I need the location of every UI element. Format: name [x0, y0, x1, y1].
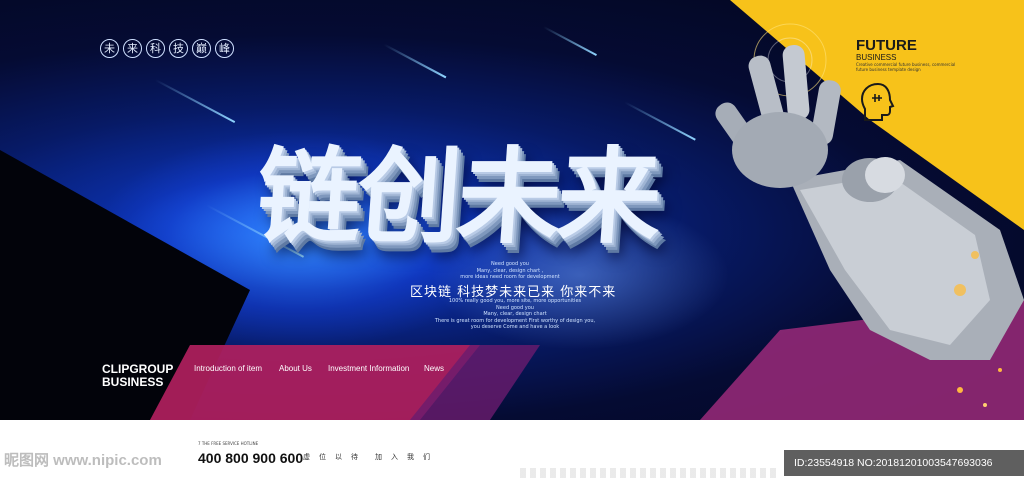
- logo-seal: 未 来 科 技 巅 峰: [100, 39, 234, 58]
- faint-footer-text: [520, 468, 780, 478]
- nav-about-us[interactable]: About Us: [279, 364, 312, 373]
- watermark-logo: 昵图网 www.nipic.com: [4, 452, 162, 469]
- brand-line: BUSINESS: [102, 375, 164, 389]
- image-id-bar: ID:23554918 NO:20181201003547693036: [784, 450, 1024, 476]
- footer-char: 加: [375, 453, 382, 461]
- hotline-label: 7 THE FREE SERVICE HOTLINE: [198, 441, 259, 446]
- footer-chars-a: 虚 位 以 待: [303, 452, 358, 462]
- footer-char: 虚: [303, 453, 310, 461]
- human-head-icon: [860, 82, 895, 121]
- small-text-line: There is great room for development Firs…: [434, 317, 596, 331]
- nav-investment-information[interactable]: Investment Information: [328, 364, 409, 373]
- brand-name: CLIPGROUP BUSINESS: [102, 363, 173, 389]
- footer-chars-b: 加 入 我 们: [375, 452, 430, 462]
- footer-char: 位: [319, 453, 326, 461]
- small-text-line: more ideas need room for development: [460, 274, 560, 280]
- hero-banner: 未 来 科 技 巅 峰 链创未来 Need good you Many, cle…: [0, 0, 1024, 420]
- logo-char: 未: [100, 39, 119, 58]
- logo-char: 来: [123, 39, 142, 58]
- footer-char: 我: [407, 453, 414, 461]
- future-title: FUTURE: [856, 37, 917, 54]
- footer-char: 入: [391, 453, 398, 461]
- particle: [957, 387, 963, 393]
- logo-char: 技: [169, 39, 188, 58]
- particle: [998, 368, 1002, 372]
- footer-char: 们: [423, 453, 430, 461]
- phone-number: 400 800 900 600: [198, 450, 304, 466]
- logo-char: 峰: [215, 39, 234, 58]
- nav-introduction[interactable]: Introduction of item: [194, 364, 262, 373]
- future-subtitle: BUSINESS: [856, 53, 897, 62]
- logo-char: 科: [146, 39, 165, 58]
- logo-char: 巅: [192, 39, 211, 58]
- main-headline: 链创未来: [253, 136, 662, 258]
- footer-char: 以: [335, 453, 342, 461]
- small-text-bottom: 100% really good you, more site, more op…: [430, 298, 600, 331]
- small-text-line: 100% really good you, more site, more op…: [448, 298, 582, 304]
- future-small-text: Creative commercial future business, com…: [856, 62, 956, 72]
- footer-char: 待: [351, 453, 358, 461]
- small-text-top: Need good you Many, clear, design chart …: [440, 261, 580, 281]
- particle: [983, 403, 987, 407]
- nav-news[interactable]: News: [424, 364, 444, 373]
